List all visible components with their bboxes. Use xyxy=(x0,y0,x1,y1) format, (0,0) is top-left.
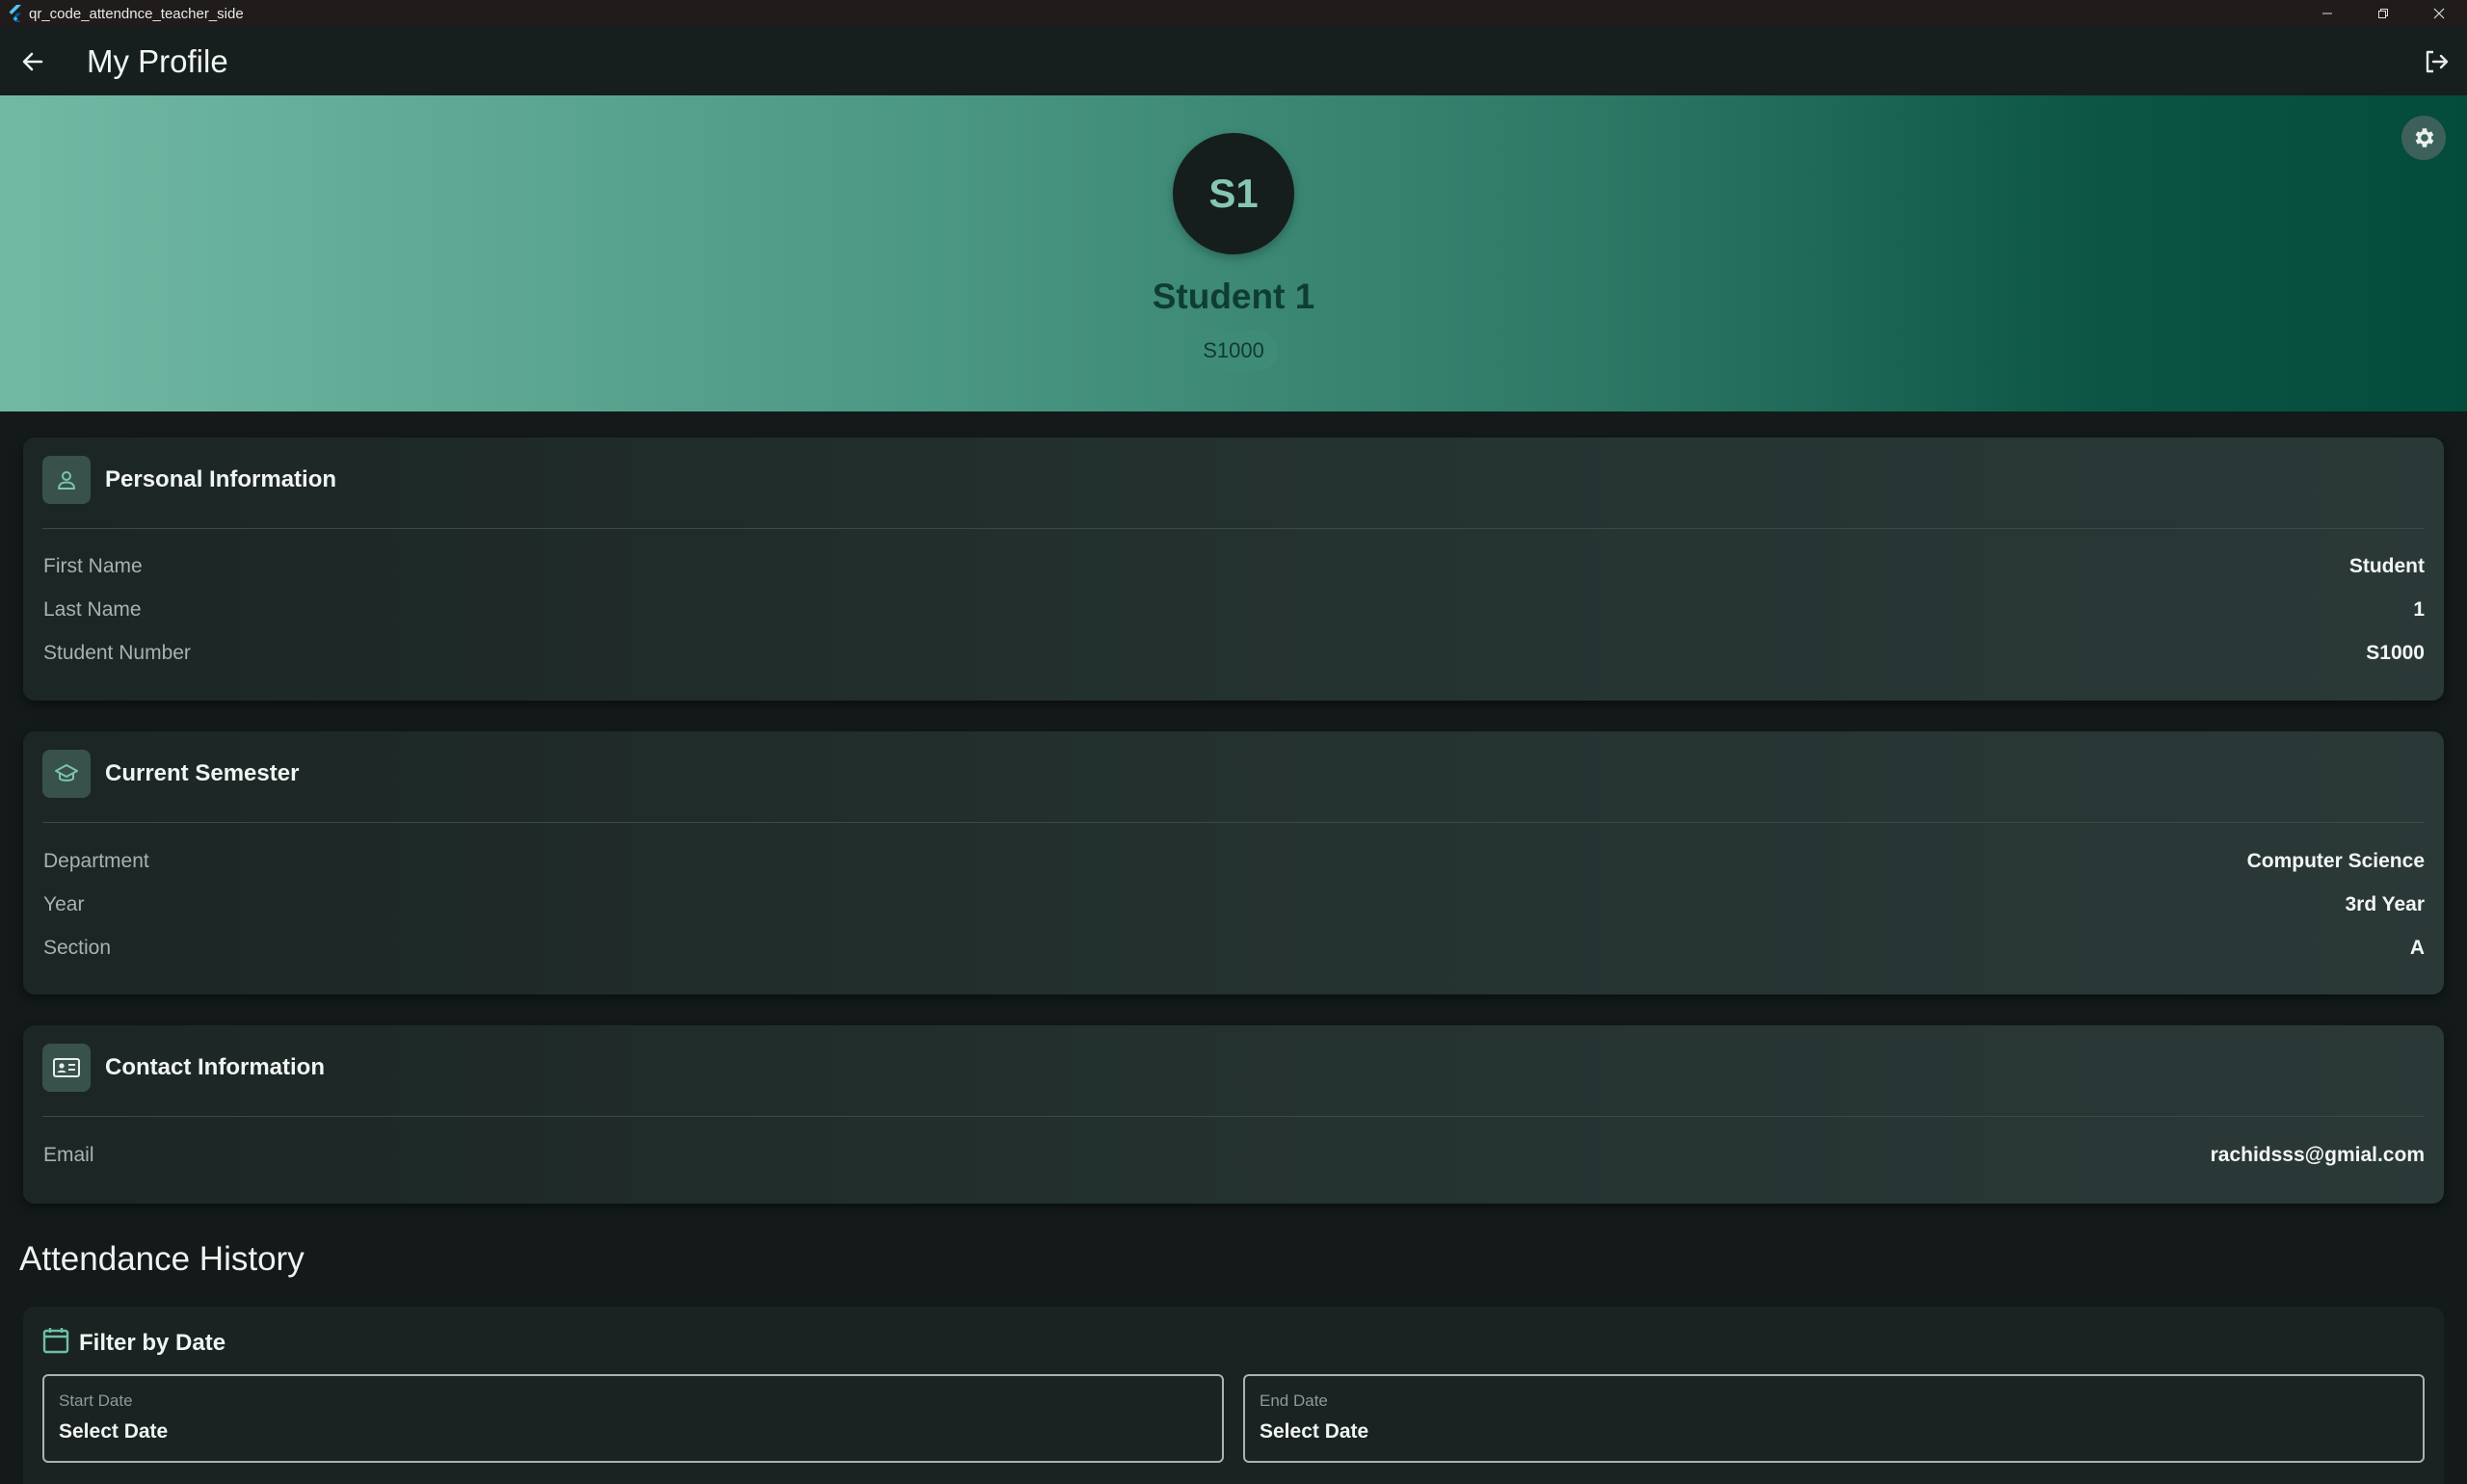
person-icon xyxy=(42,456,91,504)
row-value: Computer Science xyxy=(2246,850,2425,872)
divider xyxy=(42,528,2425,529)
filter-title: Filter by Date xyxy=(79,1329,226,1356)
info-row: Student Number S1000 xyxy=(43,639,2425,668)
window-controls xyxy=(2299,0,2467,27)
minimize-icon[interactable] xyxy=(2299,0,2355,27)
card-header: Contact Information xyxy=(42,1044,325,1092)
current-semester-card: Current Semester Department Computer Sci… xyxy=(23,731,2444,994)
card-header: Personal Information xyxy=(42,456,336,504)
student-name: Student 1 xyxy=(1152,277,1315,316)
row-value: S1000 xyxy=(2366,642,2425,664)
divider xyxy=(42,822,2425,823)
profile-banner: S1 Student 1 S1000 xyxy=(0,95,2467,411)
info-row: Email rachidsss@gmial.com xyxy=(43,1141,2425,1170)
divider xyxy=(42,1116,2425,1117)
card-header: Current Semester xyxy=(42,750,299,798)
start-date-value: Select Date xyxy=(59,1420,169,1443)
date-filter-card: Filter by Date Start Date Select Date En… xyxy=(23,1307,2444,1484)
start-date-label: Start Date xyxy=(59,1391,133,1410)
row-label: Student Number xyxy=(43,642,191,664)
row-value: 1 xyxy=(2413,598,2425,621)
row-label: Last Name xyxy=(43,598,142,621)
contact-card-icon xyxy=(42,1044,91,1092)
back-arrow-icon[interactable] xyxy=(15,44,50,79)
attendance-history-heading: Attendance History xyxy=(19,1240,305,1278)
info-row: Year 3rd Year xyxy=(43,890,2425,919)
info-row: Department Computer Science xyxy=(43,847,2425,876)
app-bar: My Profile xyxy=(0,27,2467,95)
end-date-value: Select Date xyxy=(1260,1420,1369,1443)
row-value: A xyxy=(2409,937,2425,959)
row-value: Student xyxy=(2348,555,2425,577)
window-title: qr_code_attendnce_teacher_side xyxy=(29,5,244,22)
row-label: Email xyxy=(43,1144,94,1166)
row-label: Section xyxy=(43,937,112,959)
filter-header: Filter by Date xyxy=(42,1326,225,1360)
contact-information-card: Contact Information Email rachidsss@gmia… xyxy=(23,1025,2444,1204)
window-title-bar: qr_code_attendnce_teacher_side xyxy=(0,0,2467,27)
logout-icon[interactable] xyxy=(2417,44,2455,79)
email-value: rachidsss@gmial.com xyxy=(2210,1144,2425,1166)
close-icon[interactable] xyxy=(2411,0,2467,27)
gear-icon[interactable] xyxy=(2401,116,2446,160)
row-label: Department xyxy=(43,850,149,872)
card-title: Current Semester xyxy=(105,760,300,786)
student-id-badge: S1000 xyxy=(1189,331,1278,371)
row-label: Year xyxy=(43,893,85,915)
row-label: First Name xyxy=(43,555,143,577)
restore-icon[interactable] xyxy=(2355,0,2411,27)
avatar: S1 xyxy=(1173,133,1294,254)
page-title: My Profile xyxy=(87,43,228,79)
info-row: Section A xyxy=(43,934,2425,963)
school-icon xyxy=(42,750,91,798)
info-row: Last Name 1 xyxy=(43,596,2425,624)
personal-information-card: Personal Information First Name Student … xyxy=(23,437,2444,701)
end-date-field[interactable]: End Date Select Date xyxy=(1243,1374,2425,1463)
start-date-field[interactable]: Start Date Select Date xyxy=(42,1374,1224,1463)
card-title: Personal Information xyxy=(105,466,337,492)
row-value: 3rd Year xyxy=(2345,893,2425,915)
end-date-label: End Date xyxy=(1260,1391,1328,1410)
info-row: First Name Student xyxy=(43,552,2425,581)
card-title: Contact Information xyxy=(105,1054,325,1080)
flutter-logo-icon xyxy=(4,3,25,24)
calendar-icon xyxy=(42,1326,69,1360)
